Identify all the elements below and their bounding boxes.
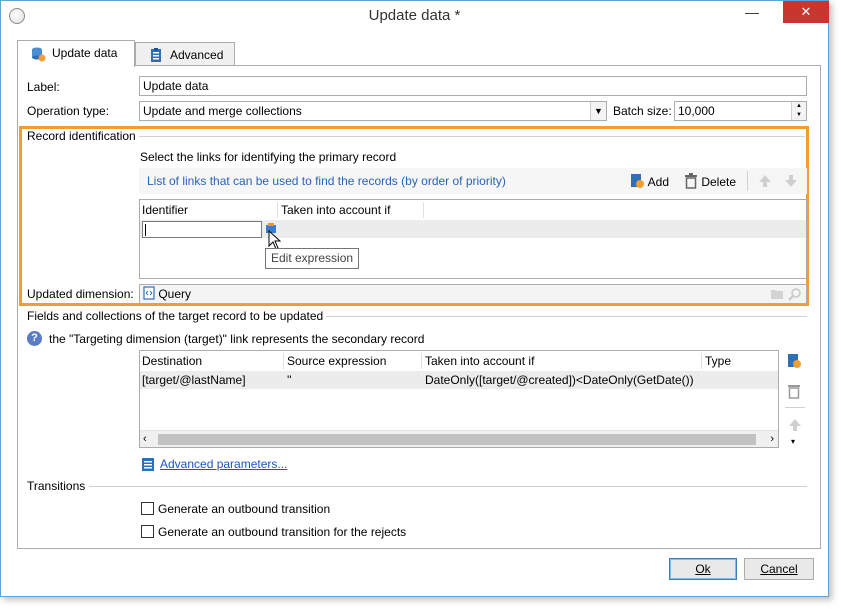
add-icon [631,174,644,188]
delete-label: Delete [701,175,737,189]
horizontal-scrollbar[interactable]: ‹ › [140,430,778,447]
scrollbar-thumb[interactable] [158,434,756,445]
more-options-icon[interactable]: ▾ [791,437,795,446]
spin-down-icon[interactable]: ▼ [792,111,806,120]
updated-dimension-field[interactable]: Query [139,284,807,304]
ok-button[interactable]: Ok [669,558,737,580]
cell-type[interactable] [703,371,705,389]
label-input[interactable]: Update data [139,76,807,96]
transitions-title: Transitions [27,479,86,493]
column-header-type[interactable]: Type [703,351,731,371]
move-down-icon[interactable] [783,173,799,189]
window-title: Update data * [368,7,461,24]
label-field-label: Label: [27,80,60,94]
record-identification-title: Record identification [27,129,136,143]
scroll-left-icon[interactable]: ‹ [143,431,147,447]
column-separator [277,202,278,218]
record-identification-instruction: Select the links for identifying the pri… [140,150,397,164]
cancel-button[interactable]: Cancel [744,558,814,580]
updated-dimension-value: Query [158,287,192,301]
delete-field-icon[interactable] [787,383,801,399]
advanced-parameters-icon [142,458,154,471]
fields-grid[interactable]: Destination Source expression Taken into… [139,350,779,448]
minimize-button[interactable]: — [738,1,766,23]
add-button[interactable]: Add [629,173,669,189]
tab-label: Update data [52,46,118,60]
batch-size-spinner[interactable]: ▲ ▼ [791,102,806,120]
tab-label: Advanced [170,48,224,62]
rejects-transition-label: Generate an outbound transition for the … [158,525,407,539]
scroll-right-icon[interactable]: › [770,431,774,447]
batch-size-label: Batch size: [613,104,672,118]
dialog-window: Update data * — ✕ Update data Advanced L… [0,0,829,597]
title-bar[interactable]: Update data * — ✕ [1,1,829,31]
fields-section-title: Fields and collections of the target rec… [27,309,324,323]
folder-icon[interactable] [770,288,784,300]
edit-expression-tooltip: Edit expression [265,248,360,269]
column-header-identifier[interactable]: Identifier [140,200,188,220]
column-header-destination[interactable]: Destination [140,351,202,371]
chevron-down-icon[interactable]: ▼ [590,102,606,120]
identification-grid[interactable]: Identifier Taken into account if [139,199,807,279]
rejects-transition-checkbox[interactable] [141,525,154,538]
operation-type-value: Update and merge collections [143,104,302,118]
operation-type-select[interactable]: Update and merge collections ▼ [139,101,607,121]
section-divider [139,136,805,137]
batch-size-value: 10,000 [678,104,715,118]
batch-size-input[interactable]: 10,000 ▲ ▼ [674,101,807,121]
database-icon [32,47,46,62]
close-button[interactable]: ✕ [783,1,829,23]
help-icon: ? [27,331,42,346]
targeting-dimension-info: the "Targeting dimension (target)" link … [49,332,425,346]
column-separator [423,202,424,218]
toolbar-divider [747,171,748,191]
column-header-condition[interactable]: Taken into account if [279,200,390,220]
column-header-source-expression[interactable]: Source expression [285,351,386,371]
links-list-caption: List of links that can be used to find t… [147,174,506,188]
move-up-icon[interactable] [757,173,773,189]
identifier-input[interactable] [142,221,262,238]
search-icon[interactable] [788,287,802,301]
column-separator [701,353,702,369]
add-field-icon[interactable] [786,353,802,369]
delete-button[interactable]: Delete [684,173,736,189]
mouse-cursor-icon [268,230,281,250]
trash-icon [685,173,697,189]
spin-up-icon[interactable]: ▲ [792,102,806,111]
cell-condition[interactable]: DateOnly([target/@created])<DateOnly(Get… [423,371,694,389]
toolbar-divider [785,407,805,408]
section-divider [89,486,807,487]
cancel-label: Cancel [760,562,798,576]
column-separator [421,353,422,369]
cell-destination[interactable]: [target/@lastName] [140,371,246,389]
tab-advanced[interactable]: Advanced [135,42,235,67]
query-icon [143,286,155,300]
updated-dimension-label: Updated dimension: [27,287,134,301]
cell-source-expression[interactable]: '' [285,371,292,389]
column-header-condition[interactable]: Taken into account if [423,351,534,371]
outbound-transition-label: Generate an outbound transition [158,502,331,516]
operation-type-label: Operation type: [27,104,110,118]
ok-label: Ok [695,562,711,576]
column-separator [283,353,284,369]
outbound-transition-checkbox[interactable] [141,502,154,515]
section-divider [326,316,807,317]
move-field-up-icon[interactable] [787,417,803,433]
tab-update-data[interactable]: Update data [17,40,135,67]
add-label: Add [647,175,670,189]
text-cursor [145,224,146,236]
clipboard-icon [151,48,161,62]
advanced-parameters-link[interactable]: Advanced parameters... [160,457,287,471]
